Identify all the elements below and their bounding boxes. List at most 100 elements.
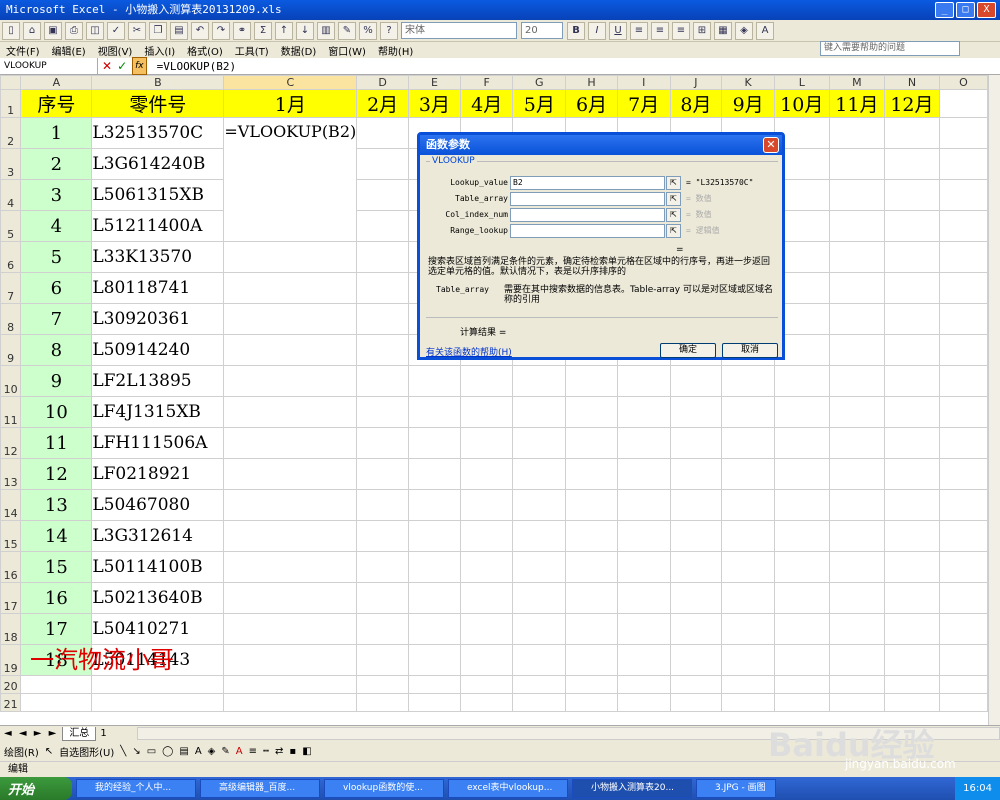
month-cell[interactable] bbox=[512, 582, 567, 614]
cell[interactable] bbox=[938, 427, 988, 459]
row-header[interactable]: 15 bbox=[0, 520, 22, 552]
month-cell[interactable] bbox=[565, 489, 618, 521]
insert-function-icon[interactable]: fx bbox=[132, 57, 147, 75]
month-cell[interactable] bbox=[828, 365, 886, 397]
part-number-cell[interactable]: L33K13570 bbox=[91, 241, 225, 273]
arrow-style-icon[interactable]: ⇄ bbox=[275, 746, 283, 757]
month-cell[interactable] bbox=[356, 520, 410, 552]
cell[interactable] bbox=[565, 693, 618, 712]
month-cell[interactable] bbox=[721, 520, 775, 552]
month-cell[interactable] bbox=[884, 582, 940, 614]
select-pointer-icon[interactable]: ↖ bbox=[45, 746, 53, 757]
dash-style-icon[interactable]: ┅ bbox=[263, 746, 269, 757]
font-color-icon[interactable]: A bbox=[756, 21, 774, 40]
column-header-m[interactable]: M bbox=[828, 75, 886, 90]
part-number-cell[interactable]: LFH111506A bbox=[91, 427, 225, 459]
column-header-g[interactable]: G bbox=[512, 75, 567, 90]
month-cell[interactable] bbox=[223, 458, 358, 490]
header-month[interactable]: 3月 bbox=[408, 89, 461, 118]
tab-nav-arrows[interactable]: ◄ ◄ ► ► bbox=[4, 728, 58, 739]
cancel-button[interactable]: 取消 bbox=[722, 343, 778, 358]
month-cell[interactable] bbox=[512, 644, 567, 676]
cell[interactable] bbox=[512, 693, 567, 712]
month-cell[interactable] bbox=[773, 644, 830, 676]
cell[interactable] bbox=[773, 675, 830, 694]
cell[interactable] bbox=[616, 693, 671, 712]
month-cell[interactable] bbox=[884, 489, 940, 521]
close-button[interactable]: X bbox=[977, 2, 996, 18]
minimize-button[interactable]: _ bbox=[935, 2, 954, 18]
cell[interactable] bbox=[565, 675, 618, 694]
month-cell[interactable] bbox=[565, 551, 618, 583]
month-cell[interactable] bbox=[223, 427, 358, 459]
month-cell[interactable] bbox=[223, 520, 358, 552]
month-cell[interactable] bbox=[721, 613, 775, 645]
column-header-f[interactable]: F bbox=[459, 75, 514, 90]
cell[interactable] bbox=[938, 89, 988, 118]
month-cell[interactable] bbox=[356, 303, 410, 335]
month-cell[interactable] bbox=[884, 303, 940, 335]
month-cell[interactable] bbox=[669, 458, 723, 490]
month-cell[interactable] bbox=[773, 458, 830, 490]
print-icon[interactable]: ⎙ bbox=[65, 21, 83, 40]
month-cell[interactable] bbox=[828, 458, 886, 490]
month-cell[interactable] bbox=[408, 520, 461, 552]
header-month[interactable]: 4月 bbox=[459, 89, 514, 118]
month-cell[interactable] bbox=[459, 644, 514, 676]
month-cell[interactable] bbox=[223, 272, 358, 304]
month-cell[interactable] bbox=[356, 365, 410, 397]
task-item[interactable]: 3.JPG - 画图 bbox=[696, 779, 776, 798]
month-cell[interactable] bbox=[669, 427, 723, 459]
cell[interactable] bbox=[512, 675, 567, 694]
month-cell[interactable] bbox=[828, 179, 886, 211]
month-cell[interactable] bbox=[884, 551, 940, 583]
month-cell[interactable] bbox=[512, 489, 567, 521]
seq-cell[interactable]: 10 bbox=[20, 396, 93, 428]
month-cell[interactable] bbox=[459, 427, 514, 459]
cell[interactable] bbox=[408, 693, 461, 712]
month-cell[interactable] bbox=[565, 396, 618, 428]
month-cell[interactable] bbox=[565, 520, 618, 552]
month-cell[interactable] bbox=[512, 396, 567, 428]
header-month[interactable]: 2月 bbox=[356, 89, 410, 118]
month-cell[interactable] bbox=[459, 520, 514, 552]
drawing-icon[interactable]: ✎ bbox=[338, 21, 356, 40]
line-icon[interactable]: ╲ bbox=[120, 746, 126, 757]
month-cell[interactable] bbox=[773, 427, 830, 459]
column-header-h[interactable]: H bbox=[565, 75, 618, 90]
part-number-cell[interactable]: LF4J1315XB bbox=[91, 396, 225, 428]
fill-color-draw-icon[interactable]: ◈ bbox=[208, 746, 216, 757]
month-cell[interactable] bbox=[884, 520, 940, 552]
month-cell[interactable] bbox=[773, 489, 830, 521]
column-header-l[interactable]: L bbox=[773, 75, 830, 90]
month-cell[interactable] bbox=[884, 396, 940, 428]
month-cell[interactable] bbox=[616, 551, 671, 583]
cell[interactable] bbox=[616, 675, 671, 694]
autoshapes-menu[interactable]: 自选图形(U) bbox=[59, 744, 114, 759]
month-cell[interactable] bbox=[356, 613, 410, 645]
task-item[interactable]: 高级编辑器_百度... bbox=[200, 779, 320, 798]
active-formula-cell[interactable]: =VLOOKUP(B2) bbox=[223, 117, 358, 242]
month-cell[interactable] bbox=[828, 334, 886, 366]
row-header[interactable]: 11 bbox=[0, 396, 22, 428]
column-header-b[interactable]: B bbox=[91, 75, 225, 90]
month-cell[interactable] bbox=[616, 396, 671, 428]
month-cell[interactable] bbox=[223, 303, 358, 335]
collapse-range-icon[interactable]: ⇱ bbox=[666, 176, 681, 190]
month-cell[interactable] bbox=[669, 365, 723, 397]
preview-icon[interactable]: ◫ bbox=[86, 21, 104, 40]
menu-window[interactable]: 窗口(W) bbox=[328, 43, 366, 58]
rectangle-icon[interactable]: ▭ bbox=[147, 746, 156, 757]
start-button[interactable]: 开始 bbox=[0, 777, 72, 800]
month-cell[interactable] bbox=[721, 489, 775, 521]
seq-cell[interactable]: 16 bbox=[20, 582, 93, 614]
month-cell[interactable] bbox=[356, 644, 410, 676]
month-cell[interactable] bbox=[408, 458, 461, 490]
copy-icon[interactable]: ❐ bbox=[149, 21, 167, 40]
redo-icon[interactable]: ↷ bbox=[212, 21, 230, 40]
cell[interactable] bbox=[459, 693, 514, 712]
month-cell[interactable] bbox=[565, 458, 618, 490]
task-item-active[interactable]: 小物搬入测算表20... bbox=[572, 779, 692, 798]
month-cell[interactable] bbox=[828, 644, 886, 676]
month-cell[interactable] bbox=[721, 551, 775, 583]
